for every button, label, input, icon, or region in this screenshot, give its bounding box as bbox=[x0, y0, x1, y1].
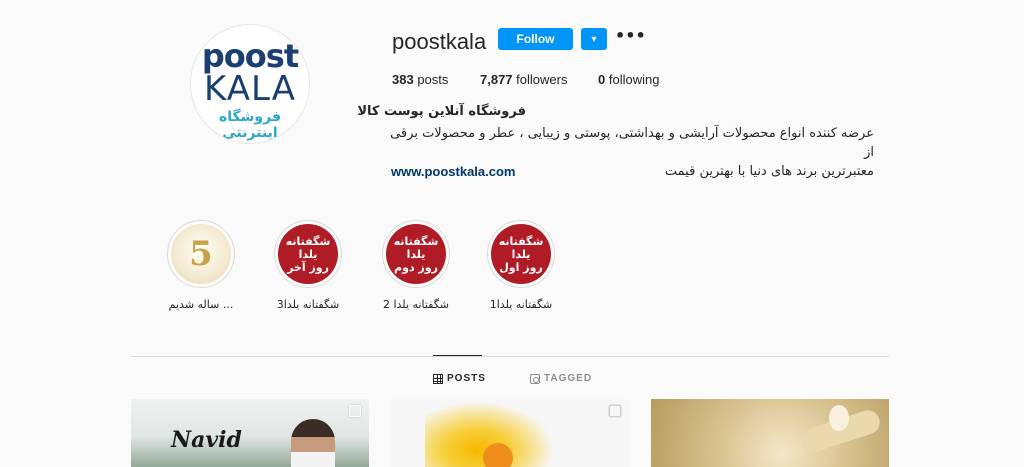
highlight-cover-text: شگفتانه bbox=[393, 234, 439, 248]
highlight-cover-text: شگفتانه bbox=[498, 234, 544, 248]
highlight-cover-text: روز اول bbox=[499, 260, 543, 274]
following-count: 0 bbox=[598, 72, 606, 87]
chevron-down-icon: ▾ bbox=[591, 33, 597, 45]
following-stat[interactable]: 0 following bbox=[598, 72, 659, 87]
profile-username: poostkala bbox=[392, 29, 487, 54]
highlight-cover: شگفتانه یلدا روز اول bbox=[487, 220, 555, 288]
fruit-image bbox=[483, 443, 513, 467]
posts-count: 383 bbox=[392, 72, 414, 87]
anniversary-cover-image: 5 bbox=[171, 224, 231, 284]
highlight-cover-text: روز دوم bbox=[394, 260, 438, 274]
followers-stat[interactable]: 7,877 followers bbox=[480, 72, 567, 87]
yalda-cover-image: شگفتانه یلدا روز دوم bbox=[386, 224, 446, 284]
highlight-label: شگفتانه یلدا 2 bbox=[382, 298, 449, 311]
highlight-cover-text: یلدا bbox=[511, 247, 531, 261]
highlight-item[interactable]: شگفتانه یلدا روز دوم شگفتانه یلدا 2 bbox=[376, 220, 456, 311]
grid-icon bbox=[433, 373, 443, 384]
yalda-cover-image: شگفتانه یلدا روز آخر bbox=[278, 224, 338, 284]
posts-count-label: posts bbox=[417, 72, 449, 87]
logo-kala-text: KALA bbox=[204, 69, 296, 109]
highlight-label: شگفتانه یلدا3 bbox=[276, 298, 340, 311]
highlight-cover: شگفتانه یلدا روز دوم bbox=[382, 220, 450, 288]
more-dots-icon: ••• bbox=[615, 26, 646, 45]
tab-tagged[interactable]: TAGGED bbox=[530, 373, 592, 384]
highlight-cover: شگفتانه یلدا روز آخر bbox=[274, 220, 342, 288]
profile-full-name: فروشگاه آنلاین پوست کالا bbox=[357, 104, 526, 119]
more-options-button[interactable]: ••• bbox=[615, 26, 646, 50]
tab-posts[interactable]: POSTS bbox=[433, 373, 486, 384]
highlight-label: شگفتانه یلدا1 bbox=[489, 298, 553, 311]
highlight-cover-text: یلدا bbox=[406, 247, 426, 261]
post-thumbnail[interactable] bbox=[651, 399, 889, 467]
person-photo bbox=[291, 419, 335, 467]
highlight-item[interactable]: شگفتانه یلدا روز آخر شگفتانه یلدا3 bbox=[268, 220, 348, 311]
follow-button[interactable]: Follow bbox=[498, 28, 573, 50]
profile-website-link[interactable]: www.poostkala.com bbox=[391, 164, 516, 179]
tabs-divider bbox=[131, 356, 889, 357]
highlight-label: ... ساله شدیم bbox=[168, 298, 234, 311]
logo-subtitle: فروشگاه اینترنتی bbox=[218, 109, 281, 141]
profile-avatar[interactable]: poost KALA فروشگاه اینترنتی bbox=[190, 24, 310, 144]
post-thumbnail[interactable]: Navid bbox=[131, 399, 369, 467]
balloon-image bbox=[829, 405, 849, 431]
highlight-cover-text: روز آخر bbox=[287, 260, 329, 274]
highlight-cover-text: یلدا bbox=[298, 247, 318, 261]
followers-count: 7,877 bbox=[480, 72, 513, 87]
bio-line: عرضه کننده انواع محصولات آرایشی و بهداشت… bbox=[390, 126, 874, 160]
posts-count-stat: 383 posts bbox=[392, 72, 448, 87]
highlight-cover-text: شگفتانه bbox=[285, 234, 331, 248]
tab-posts-label: POSTS bbox=[447, 373, 486, 384]
followers-label: followers bbox=[516, 72, 568, 87]
suggested-accounts-dropdown-button[interactable]: ▾ bbox=[581, 28, 607, 50]
highlight-cover-number: 5 bbox=[189, 234, 213, 274]
tagged-user-icon bbox=[530, 373, 540, 384]
video-icon bbox=[609, 405, 621, 417]
multiple-posts-icon bbox=[349, 405, 361, 417]
post-thumbnail[interactable] bbox=[391, 399, 629, 467]
highlight-cover: 5 bbox=[167, 220, 235, 288]
active-tab-indicator bbox=[433, 355, 482, 356]
post-overlay-text: Navid bbox=[171, 427, 242, 453]
yalda-cover-image: شگفتانه یلدا روز اول bbox=[491, 224, 551, 284]
tab-tagged-label: TAGGED bbox=[544, 373, 593, 384]
highlight-item[interactable]: شگفتانه یلدا روز اول شگفتانه یلدا1 bbox=[481, 220, 561, 311]
following-label: following bbox=[608, 72, 660, 87]
highlight-item[interactable]: 5 ... ساله شدیم bbox=[161, 220, 241, 311]
